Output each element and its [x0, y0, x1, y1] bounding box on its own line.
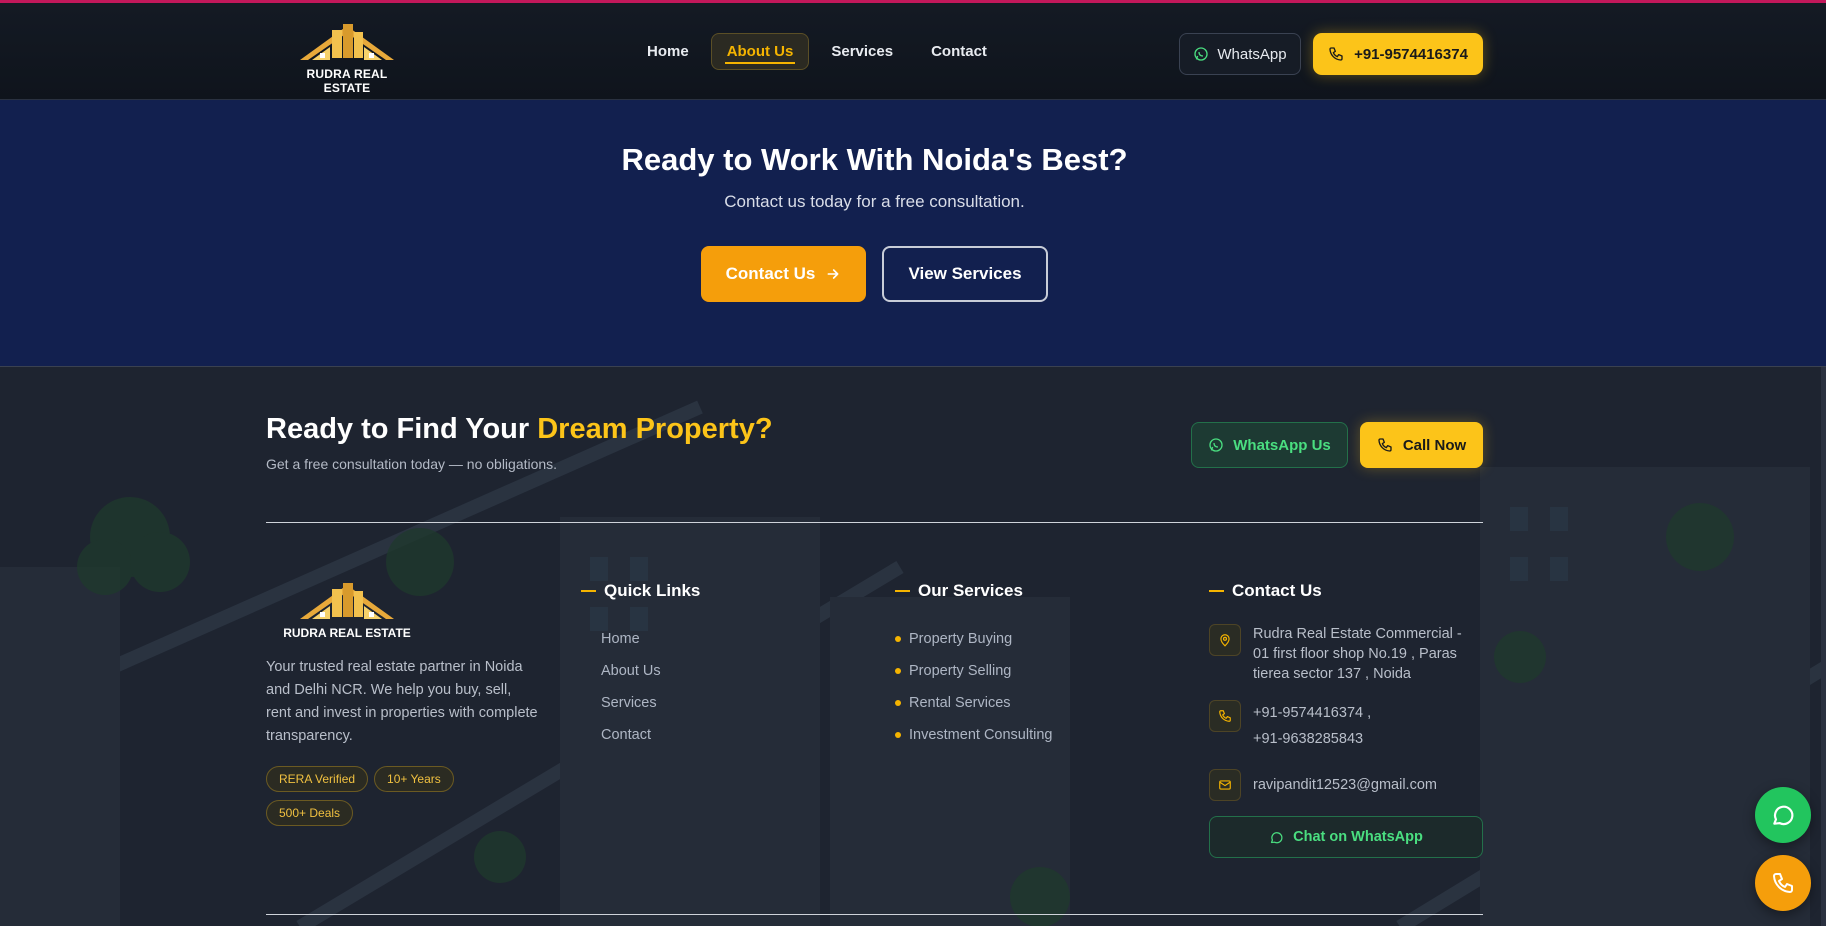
service-label: Rental Services [909, 695, 1011, 711]
quick-link-label: About Us [601, 663, 661, 679]
footer-cta-title-prefix: Ready to Find Your [266, 413, 538, 445]
phone-icon [1378, 438, 1392, 452]
contact-email: ravipandit12523@gmail.com [1209, 769, 1473, 801]
footer-whatsapp-button[interactable]: WhatsApp Us [1191, 422, 1348, 468]
chat-on-whatsapp-button[interactable]: Chat on WhatsApp [1209, 816, 1483, 858]
service-item[interactable]: Property Buying [895, 623, 1052, 655]
quick-link-label: Home [601, 631, 640, 647]
contact-phones: +91-9574416374 , +91-9638285843 [1209, 700, 1473, 752]
phone-number-2[interactable]: +91-9638285843 [1253, 731, 1363, 747]
quick-links-heading: Quick Links [581, 581, 700, 601]
phone-number-1[interactable]: +91-9574416374 , [1253, 705, 1371, 721]
whatsapp-icon [1194, 47, 1209, 61]
footer-bottom-divider [266, 914, 1483, 915]
mail-icon [1209, 769, 1241, 801]
phone-icon [1773, 873, 1793, 893]
nav-home[interactable]: Home [631, 33, 705, 70]
floating-call-button[interactable] [1755, 855, 1811, 911]
badge-rera: RERA Verified [266, 766, 369, 792]
house-logo-icon [300, 583, 394, 619]
chat-on-whatsapp-label: Chat on WhatsApp [1293, 829, 1423, 845]
quick-link-label: Contact [601, 727, 651, 743]
header-whatsapp-button[interactable]: WhatsApp [1179, 33, 1301, 75]
service-label: Investment Consulting [909, 727, 1053, 743]
cta-subtitle: Contact us today for a free consultation… [724, 192, 1025, 211]
phone-icon [1209, 700, 1241, 732]
service-label: Property Buying [909, 631, 1013, 647]
header-call-button[interactable]: +91-9574416374 [1313, 33, 1483, 75]
contact-us-button[interactable]: Contact Us [701, 246, 866, 302]
nav-contact[interactable]: Contact [915, 33, 1003, 70]
brand-logo[interactable]: RUDRA REAL ESTATE [282, 20, 412, 95]
bullet-dot [895, 700, 901, 706]
footer-cta-subtitle: Get a free consultation today — no oblig… [266, 456, 558, 472]
footer-brand-logo[interactable]: RUDRA REAL ESTATE [282, 579, 412, 643]
header-whatsapp-label: WhatsApp [1217, 45, 1287, 63]
site-header: RUDRA REAL ESTATE Home About Us Services… [0, 3, 1826, 100]
footer-badges: RERA Verified 10+ Years 500+ Deals [266, 766, 526, 826]
footer-brand-name: RUDRA REAL ESTATE [283, 626, 411, 640]
bullet-dot [895, 668, 901, 674]
map-pin-icon [1209, 624, 1241, 656]
bullet-dot [895, 732, 901, 738]
brand-name: RUDRA REAL ESTATE [306, 67, 388, 95]
our-services-heading-text: Our Services [918, 581, 1023, 600]
quick-link-label: Services [601, 695, 657, 711]
our-services-heading: Our Services [895, 581, 1023, 601]
service-item[interactable]: Investment Consulting [895, 719, 1052, 751]
scrollbar[interactable] [1821, 367, 1826, 926]
footer-call-button[interactable]: Call Now [1360, 422, 1483, 468]
footer-cta-title: Ready to Find Your Dream Property? [266, 413, 773, 446]
main-nav: Home About Us Services Contact [631, 32, 1009, 70]
quick-link-about-us[interactable]: About Us [601, 655, 661, 687]
house-logo-icon [300, 24, 394, 60]
phone-numbers: +91-9574416374 , +91-9638285843 [1253, 700, 1473, 752]
heading-accent-bar [581, 590, 596, 592]
arrow-right-icon [827, 269, 839, 279]
cta-title: Ready to Work With Noida's Best? [621, 142, 1128, 177]
contact-us-heading: Contact Us [1209, 581, 1322, 601]
footer-cta-title-highlight: Dream Property? [537, 413, 773, 445]
view-services-button[interactable]: View Services [882, 246, 1048, 302]
floating-whatsapp-button[interactable] [1755, 787, 1811, 843]
heading-accent-bar [895, 590, 910, 592]
contact-us-label: Contact Us [725, 264, 816, 283]
quick-link-services[interactable]: Services [601, 687, 661, 719]
quick-link-contact[interactable]: Contact [601, 719, 661, 751]
chat-bubble-icon [1773, 805, 1794, 826]
email-text[interactable]: ravipandit12523@gmail.com [1253, 769, 1473, 801]
bullet-dot [895, 636, 901, 642]
phone-icon [1329, 47, 1343, 61]
service-item[interactable]: Rental Services [895, 687, 1052, 719]
cta-section: Ready to Work With Noida's Best? Contact… [0, 100, 1826, 366]
service-item[interactable]: Property Selling [895, 655, 1052, 687]
badge-deals: 500+ Deals [266, 800, 354, 826]
contact-address: Rudra Real Estate Commercial - 01 first … [1209, 624, 1473, 684]
service-label: Property Selling [909, 663, 1012, 679]
contact-us-heading-text: Contact Us [1232, 581, 1322, 600]
footer-whatsapp-label: WhatsApp Us [1233, 436, 1331, 454]
footer-about-text: Your trusted real estate partner in Noid… [266, 659, 538, 744]
chat-bubble-icon [1271, 831, 1283, 843]
quick-links-heading-text: Quick Links [604, 581, 701, 600]
services-list: Property Buying Property Selling Rental … [895, 623, 1052, 751]
quick-link-home[interactable]: Home [601, 623, 661, 655]
footer-call-label: Call Now [1402, 436, 1467, 454]
address-text: Rudra Real Estate Commercial - 01 first … [1253, 626, 1462, 682]
site-footer: Ready to Find Your Dream Property? Get a… [0, 366, 1826, 926]
whatsapp-icon [1209, 438, 1223, 452]
view-services-label: View Services [908, 264, 1022, 283]
header-phone-label: +91-9574416374 [1354, 45, 1468, 63]
nav-services[interactable]: Services [815, 33, 909, 70]
nav-about-us[interactable]: About Us [710, 32, 810, 70]
badge-years: 10+ Years [374, 766, 454, 792]
footer-divider [266, 522, 1483, 523]
heading-accent-bar [1209, 590, 1224, 592]
quick-links-list: Home About Us Services Contact [601, 623, 661, 751]
